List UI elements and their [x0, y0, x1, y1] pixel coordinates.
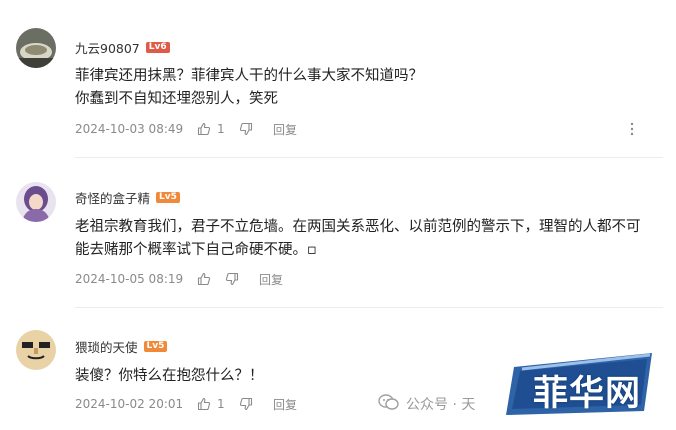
comment-username[interactable]: 九云90807 Lv6 — [75, 38, 170, 57]
comment-username[interactable]: 奇怪的盒子精 Lv5 — [75, 188, 180, 207]
username-text[interactable]: 奇怪的盒子精 — [75, 188, 150, 207]
comment-time: 2024-10-03 08:49 — [75, 122, 184, 136]
avatar[interactable] — [16, 28, 56, 68]
like-button[interactable]: 1 — [191, 122, 239, 136]
divider — [75, 307, 663, 308]
like-button[interactable]: 1 — [191, 397, 239, 411]
comment-line: 你蠢到不自知还埋怨别人，笑死 — [75, 91, 278, 107]
wechat-watermark: 公众号 · 天 — [378, 393, 475, 415]
dislike-button[interactable] — [239, 397, 273, 411]
comment-line: 菲律宾还用抹黑？菲律宾人干的什么事大家不知道吗？ — [75, 68, 423, 84]
thumbs-down-icon — [225, 272, 239, 286]
reply-button[interactable]: 回复 — [259, 271, 283, 288]
level-badge: Lv5 — [143, 341, 168, 352]
thumbs-down-icon — [239, 122, 253, 136]
like-button[interactable] — [191, 272, 225, 286]
brand-logo-text: 菲华网 — [533, 373, 642, 414]
avatar[interactable] — [16, 182, 56, 222]
comment-content: 菲律宾还用抹黑？菲律宾人干的什么事大家不知道吗？ 你蠢到不自知还埋怨别人，笑死 — [75, 65, 660, 111]
watermark-text: 公众号 · 天 — [406, 397, 476, 413]
thumbs-up-icon — [197, 272, 211, 286]
level-badge: Lv5 — [156, 192, 180, 203]
avatar[interactable] — [16, 330, 56, 370]
thumbs-up-icon — [197, 122, 211, 136]
comment-username[interactable]: 猥琐的天使 Lv5 — [75, 337, 168, 356]
reply-button[interactable]: 回复 — [273, 121, 297, 138]
reply-button[interactable]: 回复 — [273, 396, 297, 413]
divider — [75, 157, 663, 158]
dislike-button[interactable] — [225, 272, 259, 286]
level-badge: Lv6 — [145, 42, 170, 53]
comment-line: 老祖宗教育我们，君子不立危墙。在两国关系恶化、以前范例的警示下，理智的人都不可 — [75, 219, 641, 235]
comment-time: 2024-10-02 20:01 — [75, 397, 184, 411]
comment-content: 老祖宗教育我们，君子不立危墙。在两国关系恶化、以前范例的警示下，理智的人都不可 … — [75, 216, 660, 262]
wechat-icon — [378, 393, 400, 415]
like-count: 1 — [217, 397, 225, 411]
username-text[interactable]: 猥琐的天使 — [75, 337, 138, 356]
thumbs-up-icon — [197, 397, 211, 411]
comment-line: 能去赌那个概率试下自己命硬不硬。▫ — [75, 242, 317, 258]
comment-time: 2024-10-05 08:19 — [75, 272, 184, 286]
comment-meta: 2024-10-02 20:01 1 回复 — [75, 396, 297, 412]
comment-meta: 2024-10-03 08:49 1 回复 — [75, 121, 297, 137]
more-vertical-icon[interactable] — [628, 121, 636, 141]
dislike-button[interactable] — [239, 122, 273, 136]
like-count: 1 — [217, 122, 225, 136]
username-text[interactable]: 九云90807 — [75, 38, 140, 57]
thumbs-down-icon — [239, 397, 253, 411]
comment-meta: 2024-10-05 08:19 回复 — [75, 271, 283, 287]
